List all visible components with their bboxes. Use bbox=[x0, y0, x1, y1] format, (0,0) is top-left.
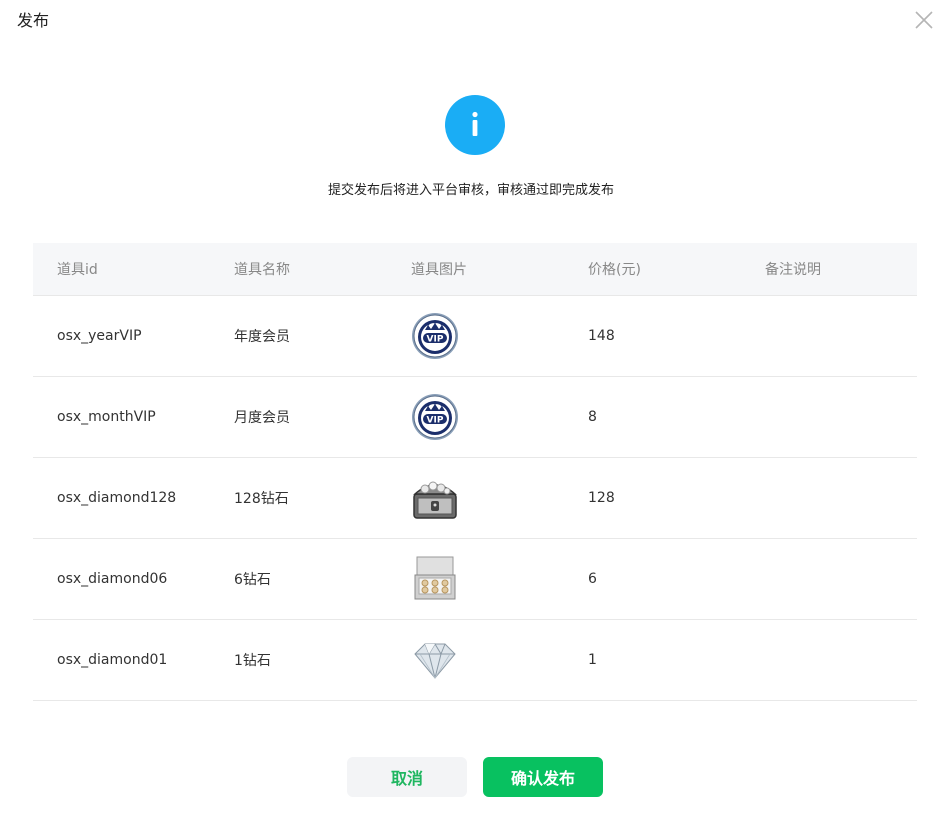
close-icon[interactable] bbox=[913, 9, 935, 31]
confirm-publish-button[interactable]: 确认发布 bbox=[483, 757, 603, 797]
cell-item-price: 148 bbox=[564, 295, 741, 377]
cell-item-price: 8 bbox=[564, 376, 741, 458]
diamond-box-icon bbox=[411, 555, 459, 603]
table-row: osx_yearVIP 年度会员 148 bbox=[33, 295, 917, 377]
cell-item-id: osx_diamond128 bbox=[33, 457, 210, 539]
cell-item-name: 月度会员 bbox=[210, 376, 387, 458]
cell-item-id: osx_monthVIP bbox=[33, 376, 210, 458]
cell-item-note bbox=[741, 538, 917, 620]
header-item-note: 备注说明 bbox=[741, 243, 917, 296]
cell-item-price: 6 bbox=[564, 538, 741, 620]
header-item-name: 道具名称 bbox=[210, 243, 387, 296]
cell-item-note bbox=[741, 376, 917, 458]
cell-item-name: 年度会员 bbox=[210, 295, 387, 377]
publish-dialog: 发布 提交发布后将进入平台审核，审核通过即完成发布 道具id 道具名称 道具图片… bbox=[0, 0, 942, 813]
cell-item-name: 1钻石 bbox=[210, 619, 387, 701]
cell-item-id: osx_diamond06 bbox=[33, 538, 210, 620]
diamond-icon bbox=[411, 636, 459, 684]
dialog-title: 发布 bbox=[17, 11, 50, 30]
cell-item-id: osx_diamond01 bbox=[33, 619, 210, 701]
table-row: osx_diamond01 1钻石 1 bbox=[33, 619, 917, 701]
header-item-price: 价格(元) bbox=[564, 243, 741, 296]
cell-item-price: 1 bbox=[564, 619, 741, 701]
treasure-chest-icon bbox=[411, 474, 459, 522]
cell-item-note bbox=[741, 619, 917, 701]
vip-badge-icon bbox=[411, 393, 459, 441]
table-row: osx_diamond128 128钻石 128 bbox=[33, 457, 917, 539]
cell-item-note bbox=[741, 295, 917, 377]
cancel-button[interactable]: 取消 bbox=[347, 757, 467, 797]
cell-item-id: osx_yearVIP bbox=[33, 295, 210, 377]
cell-item-name: 128钻石 bbox=[210, 457, 387, 539]
review-notice: 提交发布后将进入平台审核，审核通过即完成发布 bbox=[327, 183, 614, 198]
item-table: 道具id 道具名称 道具图片 价格(元) 备注说明 osx_yearVIP 年度… bbox=[33, 243, 917, 701]
table-row: osx_diamond06 6钻石 6 bbox=[33, 538, 917, 620]
cell-item-price: 128 bbox=[564, 457, 741, 539]
header-item-id: 道具id bbox=[33, 243, 210, 296]
table-row: osx_monthVIP 月度会员 8 bbox=[33, 376, 917, 458]
vip-badge-icon bbox=[411, 312, 459, 360]
info-icon bbox=[445, 95, 505, 155]
table-header-row: 道具id 道具名称 道具图片 价格(元) 备注说明 bbox=[33, 243, 917, 296]
cell-item-note bbox=[741, 457, 917, 539]
cell-item-name: 6钻石 bbox=[210, 538, 387, 620]
header-item-image: 道具图片 bbox=[387, 243, 564, 296]
